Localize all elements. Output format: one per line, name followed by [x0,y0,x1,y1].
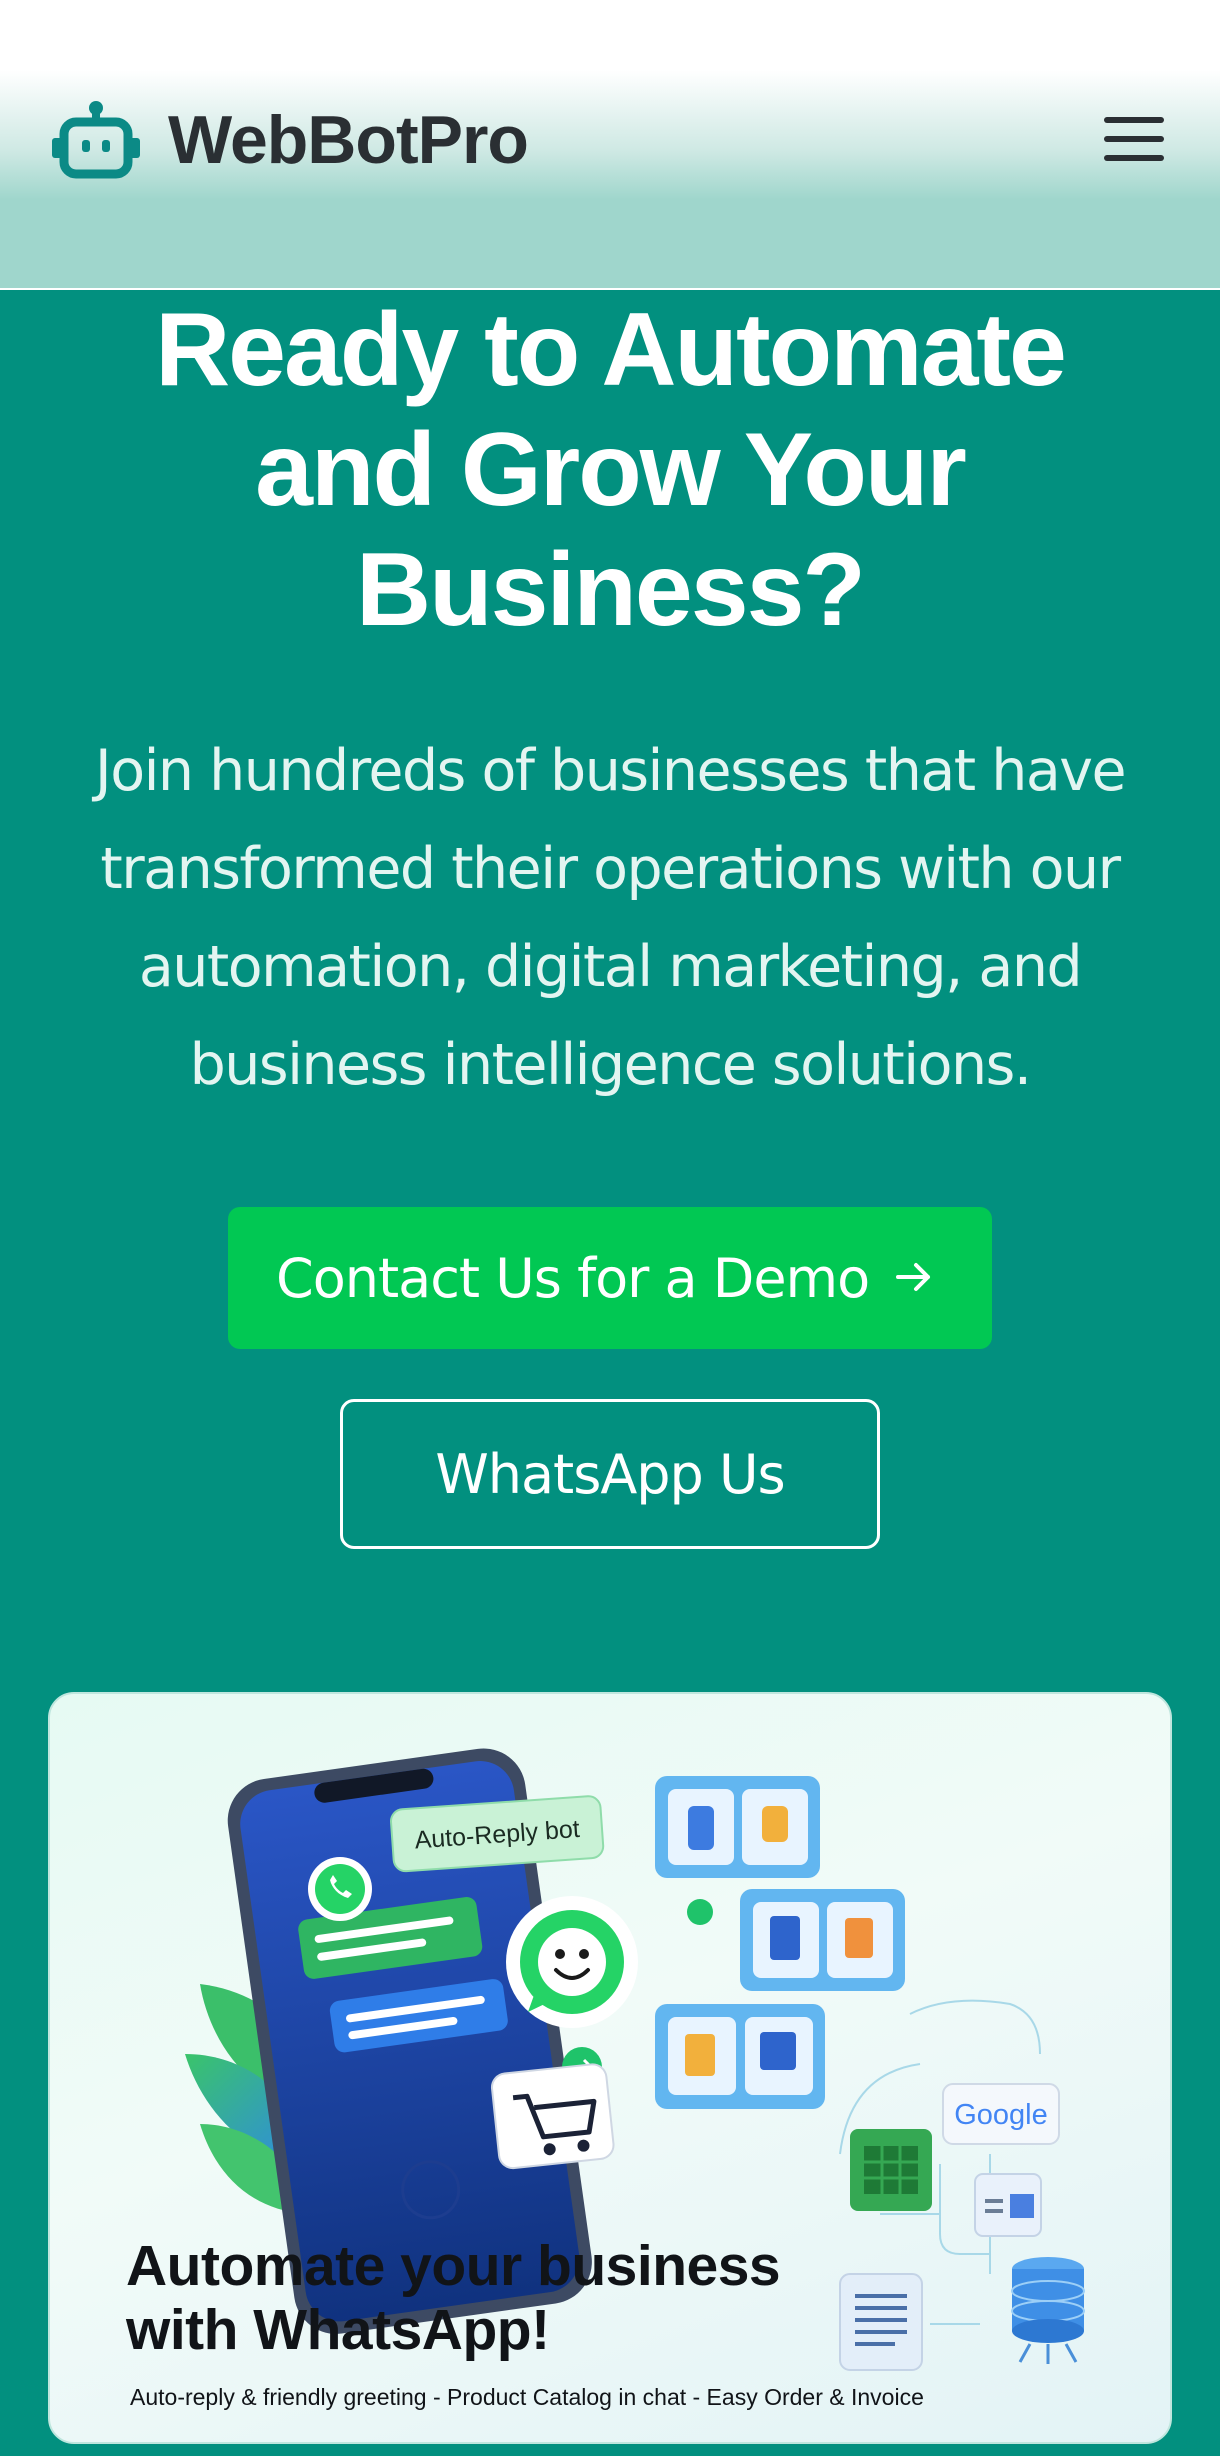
hero-title: Ready to Automate and Grow Your Business… [155,292,1067,648]
hero-subtitle: Join hundreds of businesses that have tr… [94,738,1127,1098]
promo-headline: Automate your business with WhatsApp! [126,2234,781,2362]
auto-reply-tag: Auto-Reply bot [389,1795,605,1873]
promo-card: Auto-Reply bot Google Automate your busi… [48,1692,1172,2444]
arrow-badge-icon [687,1899,713,1925]
product-catalog-tiles [655,1776,905,2109]
promo-features: Auto-reply & friendly greeting - Product… [130,2384,924,2410]
contact-demo-label: Contact Us for a Demo [276,1246,870,1310]
brand-name: WebBotPro [168,102,529,178]
contact-demo-button[interactable]: Contact Us for a Demo [228,1207,992,1349]
spreadsheet-icon [850,2129,932,2211]
arrow-right-icon [896,1263,930,1291]
whatsapp-us-button[interactable]: WhatsApp Us [340,1399,880,1549]
brand-logo[interactable]: WebBotPro [50,100,529,180]
hamburger-menu-icon[interactable] [1104,117,1164,167]
whatsapp-us-label: WhatsApp Us [435,1442,785,1506]
whatsapp-small-icon [308,1857,372,1921]
google-icon: Google [942,2083,1060,2145]
database-icon [1011,2257,1085,2364]
site-header: WebBotPro [0,0,1220,290]
whatsapp-icon [506,1896,638,2028]
cart-icon [490,2063,615,2170]
document-small-icon [974,2173,1042,2237]
google-label: Google [954,2099,1048,2131]
robot-icon [52,101,140,179]
